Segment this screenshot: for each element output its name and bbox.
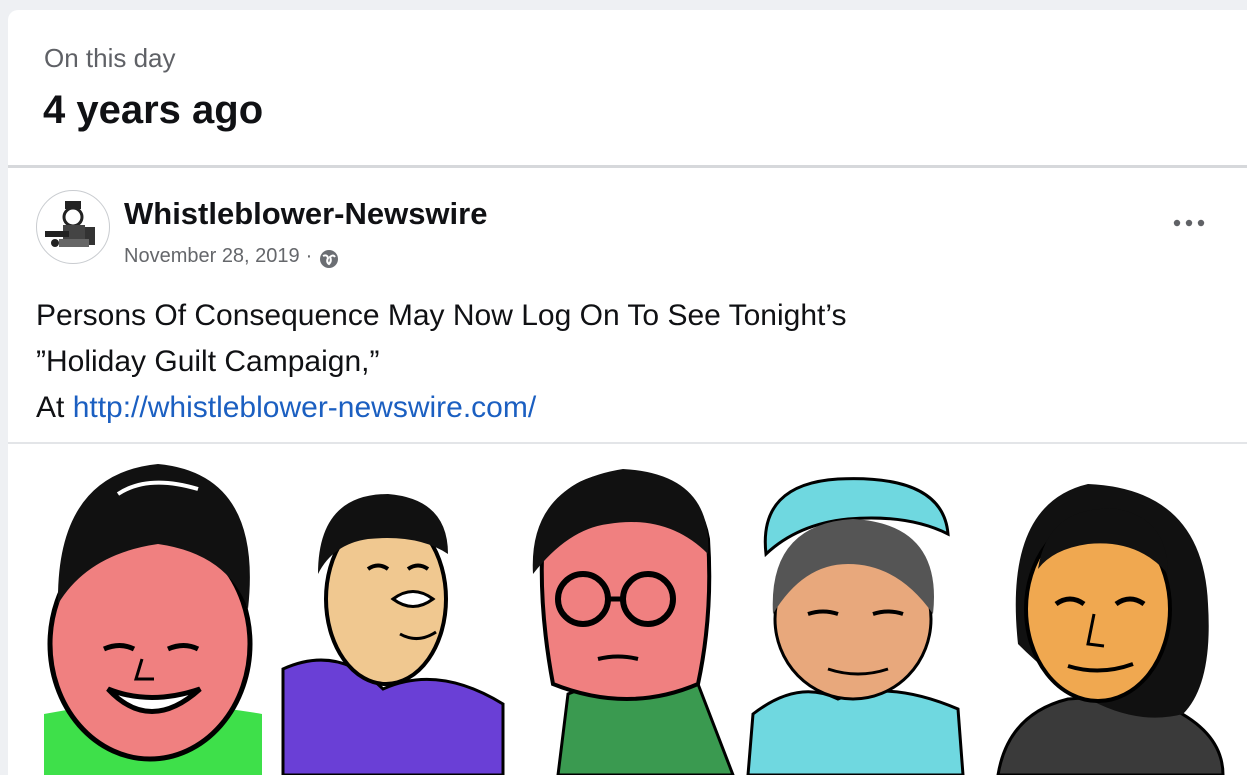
post-header: Whistleblower-Newswire November 28, 2019…	[8, 168, 1247, 268]
portrait-3	[532, 469, 735, 775]
post-text-line-2: ”Holiday Guilt Campaign,”	[36, 345, 380, 378]
avatar[interactable]	[36, 190, 110, 264]
avatar-logo-icon	[45, 201, 95, 247]
memories-title: 4 years ago	[43, 88, 264, 132]
globe-icon[interactable]	[318, 248, 340, 270]
post-text-prefix: At	[36, 391, 73, 424]
post-meta: November 28, 2019 ·	[124, 242, 340, 270]
post-text: Persons Of Consequence May Now Log On To…	[36, 293, 846, 431]
post-text-line-1: Persons Of Consequence May Now Log On To…	[36, 299, 847, 332]
meta-separator: ·	[305, 244, 313, 267]
portrait-2	[281, 494, 505, 775]
memories-header: On this day 4 years ago	[8, 10, 1247, 163]
post-date[interactable]: November 28, 2019	[124, 245, 300, 268]
portraits-image	[44, 464, 1225, 775]
portrait-1	[44, 464, 262, 775]
more-horizontal-icon	[1173, 219, 1205, 227]
post-image[interactable]	[8, 444, 1247, 775]
portrait-4	[746, 477, 965, 775]
memory-card: On this day 4 years ago Whistleblower-Ne…	[8, 10, 1247, 775]
post-author[interactable]: Whistleblower-Newswire	[124, 196, 487, 232]
memories-subtitle: On this day	[44, 43, 176, 73]
more-options-button[interactable]	[1167, 208, 1211, 238]
portrait-5	[996, 484, 1225, 775]
post-text-line-3: At http://whistleblower-newswire.com/	[36, 385, 846, 431]
post-link[interactable]: http://whistleblower-newswire.com/	[73, 391, 537, 424]
